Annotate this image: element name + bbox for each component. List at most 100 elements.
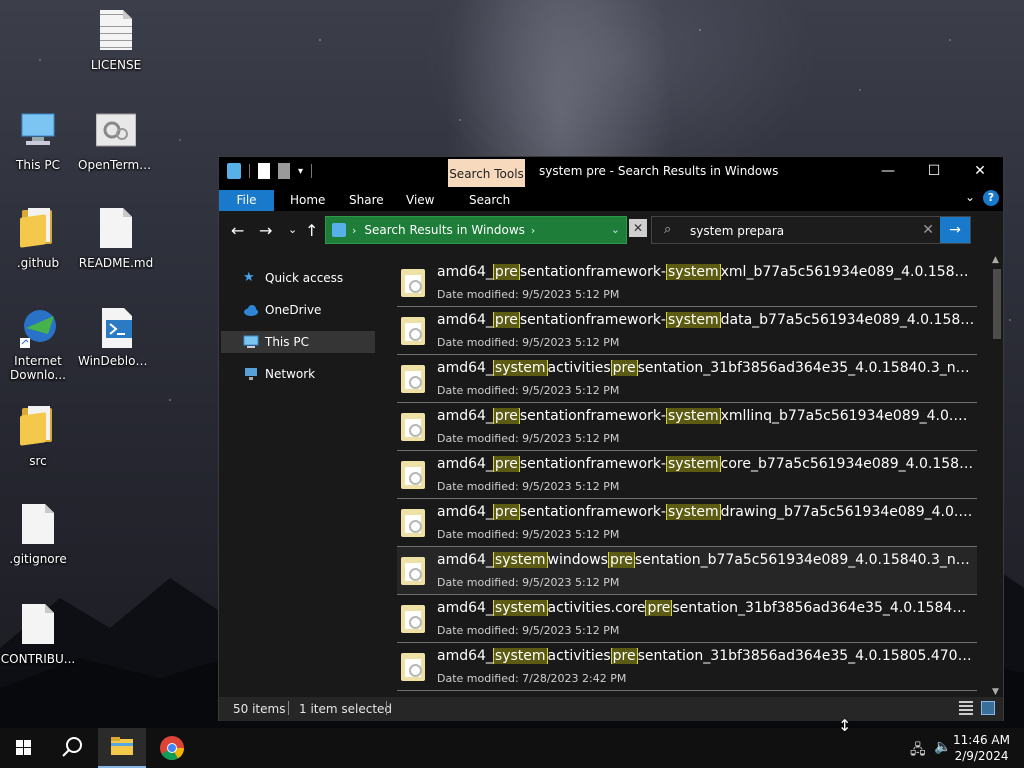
nav-item-label: This PC — [265, 335, 309, 349]
network-status-icon[interactable]: 🖧 — [910, 739, 926, 763]
result-row[interactable]: amd64_ pre sentationframework-system drawin… — [397, 499, 977, 547]
start-button[interactable] — [0, 728, 48, 768]
tab-home[interactable]: Home — [290, 190, 325, 211]
result-name: amd64_ pre sentationframework-system drawin… — [437, 504, 975, 520]
nav-item-onedrive[interactable]: OneDrive — [221, 299, 375, 321]
file-icon — [18, 604, 58, 648]
up-button[interactable]: ↑ — [305, 221, 318, 240]
volume-muted-icon[interactable]: 🔈 — [934, 739, 951, 755]
breadcrumb-separator-icon[interactable]: › — [531, 224, 535, 237]
file-icon — [18, 504, 58, 548]
search-icon: ⌕ — [664, 222, 672, 237]
minimize-button[interactable]: — — [865, 157, 911, 187]
back-button[interactable]: ← — [231, 221, 244, 240]
maximize-button[interactable]: ☐ — [911, 157, 957, 187]
result-name: amd64_ system activities.core pre sentation_… — [437, 600, 975, 616]
result-date-modified: Date modified: 9/5/2023 5:12 PM — [437, 432, 620, 445]
result-name-segment: sentation_31bf3856ad364e35_4.0.15805.470… — [637, 648, 975, 664]
desktop-icon-internet-download[interactable]: Internet Downlo... — [0, 306, 76, 382]
tab-share[interactable]: Share — [349, 190, 384, 211]
system-clock[interactable]: 11:46 AM 2/9/2024 — [953, 732, 1010, 764]
customize-qat-icon[interactable]: ▾ — [298, 166, 303, 177]
navigation-bar: ← → ⌄ ↑ › Search Results in Windows › ⌄ … — [219, 211, 1003, 255]
search-match-highlight: system — [492, 600, 548, 616]
search-match-highlight: pre — [492, 312, 520, 328]
search-match-highlight: system — [666, 408, 721, 424]
result-row[interactable]: amd64_ pre sentationframework-system core_b… — [397, 451, 977, 499]
desktop-icon-label: WinDebloat... — [78, 354, 154, 368]
tab-search[interactable]: Search — [469, 190, 510, 211]
scrollbar-thumb[interactable] — [993, 269, 1001, 339]
nav-item-quick-access[interactable]: ★ Quick access — [221, 267, 375, 289]
nav-item-network[interactable]: Network — [221, 363, 375, 385]
desktop-icon-openterminal[interactable]: OpenTermin... — [78, 110, 154, 172]
search-results-list: amd64_ pre sentationframework-system xml_b7… — [379, 255, 991, 697]
desktop-icon-gitignore[interactable]: .gitignore — [0, 504, 76, 566]
result-row[interactable]: amd64_ pre sentationframework-system data_b… — [397, 307, 977, 355]
search-match-highlight: system — [666, 264, 721, 280]
result-name-segment: sentationframework- — [519, 264, 666, 280]
result-date-modified: Date modified: 9/5/2023 5:12 PM — [437, 528, 620, 541]
search-match-highlight: system — [492, 648, 548, 664]
desktop-icon-license[interactable]: LICENSE — [78, 10, 154, 72]
address-bar[interactable]: › Search Results in Windows › ⌄ — [325, 216, 627, 244]
close-button[interactable]: ✕ — [957, 157, 1003, 187]
result-name-segment: activities.core — [547, 600, 646, 616]
resize-cursor-icon: ↕ — [838, 716, 852, 735]
desktop-icon-windebloat[interactable]: WinDebloat... — [78, 306, 154, 368]
result-row[interactable]: amd64_ system activities.core pre sentation_… — [397, 595, 977, 643]
large-icons-view-icon[interactable] — [981, 701, 995, 715]
details-view-icon[interactable] — [959, 701, 973, 715]
breadcrumb-location[interactable]: Search Results in Windows — [364, 223, 525, 237]
result-row[interactable]: amd64_ pre sentationframework-system xml_b7… — [397, 259, 977, 307]
new-folder-icon[interactable] — [278, 163, 290, 179]
taskbar-search-button[interactable] — [48, 728, 96, 768]
desktop-icon-readme[interactable]: README.md — [78, 208, 154, 270]
desktop-icon-src[interactable]: src — [0, 406, 76, 468]
result-name-segment: sentation_31bf3856ad364e35_4.0.15840.3_n… — [637, 360, 975, 376]
clear-address-icon[interactable]: ✕ — [629, 219, 647, 237]
search-match-highlight: system — [492, 552, 548, 568]
expand-ribbon-icon[interactable]: ⌄ — [965, 190, 975, 204]
properties-icon[interactable] — [258, 163, 270, 179]
windows-logo-icon — [16, 740, 31, 755]
scroll-down-icon[interactable]: ▼ — [992, 687, 999, 697]
vertical-scrollbar[interactable]: ▲ ▼ — [991, 255, 1003, 697]
result-name-segment: amd64_ — [437, 504, 493, 520]
tab-view[interactable]: View — [406, 190, 434, 211]
explorer-icon — [227, 163, 241, 179]
result-name-segment: amd64_ — [437, 360, 493, 376]
help-icon[interactable]: ? — [983, 190, 999, 206]
tab-file[interactable]: File — [219, 190, 274, 211]
taskbar-file-explorer[interactable] — [98, 728, 146, 768]
search-match-highlight: pre — [492, 264, 520, 280]
desktop-icon-label: .gitignore — [9, 552, 67, 566]
result-row[interactable]: amd64_ system windows pre sentation_b77a5c56… — [397, 547, 977, 595]
result-date-modified: Date modified: 9/5/2023 5:12 PM — [437, 288, 620, 301]
search-match-highlight: pre — [492, 504, 520, 520]
download-manager-icon — [18, 306, 58, 350]
desktop-icon-github[interactable]: .github — [0, 208, 76, 270]
title-bar[interactable]: ▾ Search Tools system pre - Search Resul… — [219, 157, 1003, 187]
result-row[interactable]: amd64_ system activities pre sentation_31bf3… — [397, 643, 977, 691]
recent-locations-icon[interactable]: ⌄ — [288, 223, 297, 236]
nav-item-label: Network — [265, 367, 316, 381]
address-dropdown-icon[interactable]: ⌄ — [611, 223, 620, 236]
system-folder-icon — [401, 269, 425, 297]
scroll-up-icon[interactable]: ▲ — [992, 255, 999, 265]
result-name-segment: sentation_b77a5c561934e089_4.0.15840.3_n… — [634, 552, 975, 568]
result-row[interactable]: amd64_ system activities pre sentation_31bf3… — [397, 355, 977, 403]
forward-button[interactable]: → — [259, 221, 272, 240]
file-explorer-window[interactable]: ▾ Search Tools system pre - Search Resul… — [218, 156, 1004, 721]
desktop-icon-this-pc[interactable]: This PC — [0, 110, 76, 172]
search-go-button[interactable]: → — [940, 217, 970, 243]
nav-item-this-pc[interactable]: This PC — [221, 331, 375, 353]
taskbar-chrome[interactable] — [148, 728, 196, 768]
desktop-icon-label: CONTRIBU... — [0, 652, 76, 666]
window-title: system pre - Search Results in Windows — [539, 164, 779, 178]
result-row[interactable]: amd64_ pre sentationframework-system xmllin… — [397, 403, 977, 451]
desktop-icon-contributing[interactable]: CONTRIBU... — [0, 604, 76, 666]
clear-search-icon[interactable]: ✕ — [922, 222, 934, 238]
search-input[interactable]: system prepara — [690, 224, 784, 238]
search-box[interactable]: ⌕ system prepara ✕ → — [651, 216, 971, 244]
